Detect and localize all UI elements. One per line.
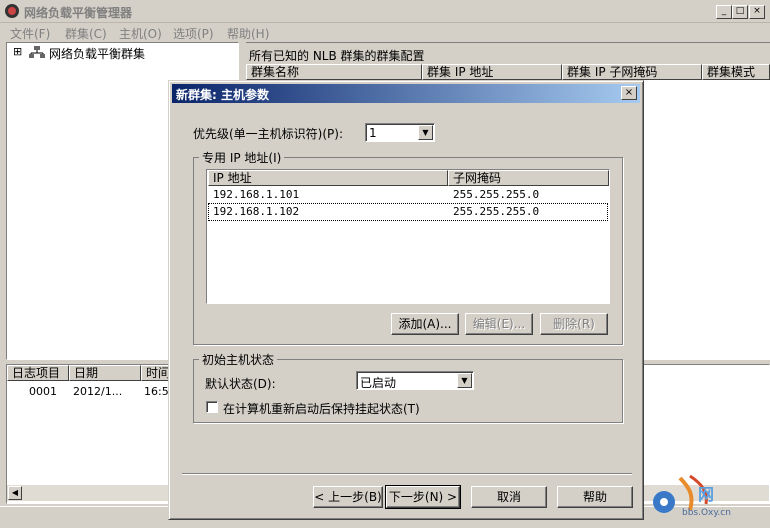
- dialog-title: 新群集: 主机参数: [176, 88, 269, 102]
- keep-suspended-checkbox[interactable]: [206, 401, 218, 413]
- ip-address-cell: 192.168.1.102: [213, 205, 300, 218]
- scroll-left-icon[interactable]: ◀: [8, 486, 22, 500]
- ip-list[interactable]: IP 地址 子网掩码 192.168.1.101 255.255.255.0 1…: [206, 169, 610, 304]
- cancel-button[interactable]: 取消: [471, 486, 547, 508]
- watermark-logo: 网 bbs.Oxy.cn: [650, 470, 768, 524]
- subnet-mask-cell: 255.255.255.0: [453, 205, 540, 218]
- log-entry-cell[interactable]: 0001: [29, 385, 57, 398]
- subnet-mask-cell: 255.255.255.0: [453, 188, 540, 201]
- keep-suspended-label[interactable]: 在计算机重新启动后保持挂起状态(T): [223, 400, 420, 417]
- watermark-site: bbs.Oxy.cn: [682, 508, 731, 518]
- col-cluster-name[interactable]: 群集名称: [246, 64, 422, 80]
- menu-help[interactable]: 帮助(H): [227, 25, 269, 42]
- menu-cluster[interactable]: 群集(C): [65, 25, 107, 42]
- initial-state-group-label: 初始主机状态: [199, 351, 278, 368]
- dialog-close-button[interactable]: ×: [621, 86, 637, 100]
- dialog-title-bar: 新群集: 主机参数 ×: [172, 84, 640, 103]
- log-date-cell[interactable]: 2012/1...: [73, 385, 122, 398]
- default-state-label: 默认状态(D):: [205, 377, 276, 391]
- menu-options[interactable]: 选项(P): [173, 25, 214, 42]
- priority-select[interactable]: 1 ▼: [365, 123, 435, 142]
- minimize-button[interactable]: _: [716, 5, 732, 19]
- help-button[interactable]: 帮助: [557, 486, 633, 508]
- col-ip-address[interactable]: IP 地址: [208, 170, 448, 186]
- ip-row[interactable]: 192.168.1.101 255.255.255.0: [209, 187, 607, 203]
- col-log-date[interactable]: 日期: [69, 365, 141, 381]
- svg-text:网: 网: [698, 485, 714, 504]
- menu-host[interactable]: 主机(O): [119, 25, 162, 42]
- col-log-entry[interactable]: 日志项目: [7, 365, 69, 381]
- next-button[interactable]: 下一步(N) >: [385, 485, 461, 509]
- priority-value: 1: [369, 126, 377, 140]
- menu-file[interactable]: 文件(F): [10, 25, 50, 42]
- col-cluster-ip[interactable]: 群集 IP 地址: [422, 64, 562, 80]
- col-cluster-mode[interactable]: 群集模式: [702, 64, 770, 80]
- menu-bar: 文件(F) 群集(C) 主机(O) 选项(P) 帮助(H): [0, 22, 770, 41]
- chevron-down-icon[interactable]: ▼: [457, 373, 472, 388]
- col-cluster-mask[interactable]: 群集 IP 子网掩码: [562, 64, 702, 80]
- edit-ip-button[interactable]: 编辑(E)...: [465, 313, 533, 335]
- dedicated-ip-group-label: 专用 IP 地址(I): [199, 149, 285, 166]
- chevron-down-icon[interactable]: ▼: [418, 125, 433, 140]
- back-button[interactable]: < 上一步(B): [313, 486, 383, 508]
- app-icon: [5, 4, 19, 18]
- maximize-button[interactable]: □: [732, 5, 748, 19]
- col-subnet-mask[interactable]: 子网掩码: [448, 170, 609, 186]
- default-state-select[interactable]: 已启动 ▼: [356, 371, 474, 390]
- close-button[interactable]: ×: [749, 5, 765, 19]
- app-title-bar: 网络负载平衡管理器 _ □ ×: [0, 0, 770, 23]
- log-time-cell[interactable]: 16:5: [144, 385, 169, 398]
- remove-ip-button[interactable]: 删除(R): [540, 313, 608, 335]
- ip-address-cell: 192.168.1.101: [213, 188, 300, 201]
- cluster-network-icon: [29, 46, 45, 59]
- config-caption: 所有已知的 NLB 群集的群集配置: [249, 49, 425, 63]
- tree-root-label[interactable]: 网络负载平衡群集: [49, 45, 145, 62]
- default-state-value: 已启动: [360, 376, 397, 390]
- dialog-divider: [182, 473, 632, 475]
- priority-label: 优先级(单一主机标识符)(P):: [193, 127, 344, 141]
- app-title: 网络负载平衡管理器: [24, 6, 133, 20]
- add-ip-button[interactable]: 添加(A)...: [391, 313, 459, 335]
- new-cluster-dialog: 新群集: 主机参数 × 优先级(单一主机标识符)(P): 1 ▼ 专用 IP 地…: [168, 80, 644, 520]
- ip-row[interactable]: 192.168.1.102 255.255.255.0: [208, 203, 608, 221]
- tree-expander-icon[interactable]: ⊞: [13, 45, 22, 58]
